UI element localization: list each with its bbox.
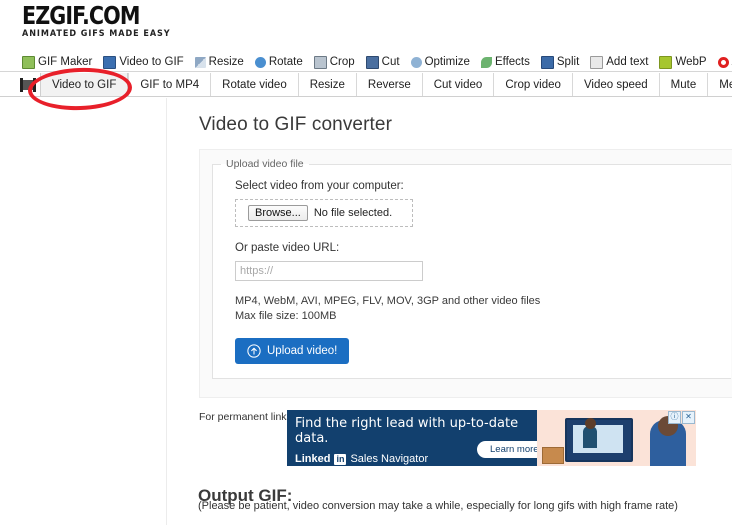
tab-label: Cut video xyxy=(433,78,483,91)
tab-crop-video[interactable]: Crop video xyxy=(493,73,572,96)
file-dropzone[interactable]: Browse... No file selected. xyxy=(235,199,413,227)
output-patience-note: (Please be patient, video conversion may… xyxy=(198,500,678,512)
tab-label: Merge xyxy=(719,78,732,91)
tab-label: Reverse xyxy=(367,78,411,91)
nav-item-add-text[interactable]: Add text xyxy=(590,55,649,69)
nav-item-rotate[interactable]: Rotate xyxy=(254,56,303,68)
optimize-icon xyxy=(410,56,422,68)
formats-line-1: MP4, WebM, AVI, MPEG, FLV, MOV, 3GP and … xyxy=(235,295,541,307)
tab-label: Resize xyxy=(309,78,345,91)
video-tools-tabs: Video to GIF GIF to MP4 Rotate video Res… xyxy=(0,73,732,97)
tab-label: Rotate video xyxy=(222,78,287,91)
nav-label: WebP xyxy=(675,56,707,68)
apng-icon xyxy=(717,56,729,68)
nav-item-crop[interactable]: Crop xyxy=(313,55,355,69)
tab-resize[interactable]: Resize xyxy=(297,73,356,96)
nav-item-effects[interactable]: Effects xyxy=(480,56,530,68)
ad-art-monitor xyxy=(565,418,633,462)
video-icon xyxy=(103,55,117,69)
add-text-icon xyxy=(590,55,604,69)
tab-rotate-video[interactable]: Rotate video xyxy=(210,73,298,96)
nav-label: Optimize xyxy=(424,56,470,68)
max-file-size-line: Max file size: 100MB xyxy=(235,310,337,322)
gif-maker-icon xyxy=(22,55,35,69)
logo-wordmark: EZGIF.COM xyxy=(22,1,140,30)
info-icon[interactable]: ⓘ xyxy=(668,411,681,424)
ad-brand-name: Linked xyxy=(295,453,331,465)
nav-item-apng[interactable]: APNG xyxy=(717,56,732,68)
nav-label: Video to GIF xyxy=(119,56,184,68)
nav-item-gif-maker[interactable]: GIF Maker xyxy=(22,55,93,69)
tab-merge[interactable]: Merge xyxy=(707,73,732,96)
logo-tagline: ANIMATED GIFS MADE EASY xyxy=(22,29,171,39)
tab-label: Crop video xyxy=(505,78,561,91)
nav-item-optimize[interactable]: Optimize xyxy=(410,56,470,68)
cloud-upload-icon xyxy=(247,344,261,358)
video-url-input[interactable] xyxy=(235,261,423,281)
nav-label: Resize xyxy=(208,56,244,68)
browse-button[interactable]: Browse... xyxy=(248,205,308,221)
ad-art-person-small xyxy=(583,426,597,448)
advertisement-banner[interactable]: ⓘ ✕ Find the right lead with up-to-date … xyxy=(287,410,696,466)
ad-art-box xyxy=(542,447,564,464)
ad-text-panel: Find the right lead with up-to-date data… xyxy=(287,410,552,466)
rotate-icon xyxy=(254,56,266,68)
upload-video-button[interactable]: Upload video! xyxy=(235,338,350,364)
ad-product-name: Sales Navigator xyxy=(350,453,429,465)
tab-video-speed[interactable]: Video speed xyxy=(571,73,659,96)
resize-icon xyxy=(194,56,206,68)
crop-icon xyxy=(313,55,327,69)
site-logo[interactable]: EZGIF.COM ANIMATED GIFS MADE EASY xyxy=(22,3,282,40)
effects-icon xyxy=(480,56,492,68)
nav-item-split[interactable]: Split xyxy=(540,55,580,69)
tab-label: GIF to MP4 xyxy=(140,78,200,91)
tab-reverse[interactable]: Reverse xyxy=(355,73,422,96)
select-video-label: Select video from your computer: xyxy=(235,180,404,192)
page-title: Video to GIF converter xyxy=(199,114,392,135)
nav-label: GIF Maker xyxy=(38,56,93,68)
cut-icon xyxy=(365,55,379,69)
url-label: Or paste video URL: xyxy=(235,242,340,254)
tab-gif-to-mp4[interactable]: GIF to MP4 xyxy=(128,73,210,96)
film-strip-icon xyxy=(20,77,36,92)
close-icon[interactable]: ✕ xyxy=(682,411,695,424)
upload-fieldset: Upload video file Select video from your… xyxy=(212,158,731,379)
nav-item-cut[interactable]: Cut xyxy=(365,55,400,69)
nav-label: Rotate xyxy=(268,56,303,68)
tab-video-to-gif[interactable]: Video to GIF xyxy=(40,73,129,96)
main-navigation: GIF Maker Video to GIF Resize Rotate Cro… xyxy=(0,53,732,72)
upload-legend: Upload video file xyxy=(226,158,304,170)
ad-art-head-small xyxy=(585,418,596,429)
tab-label: Video speed xyxy=(583,78,648,91)
split-icon xyxy=(540,55,554,69)
nav-label: Split xyxy=(556,56,580,68)
tab-cut-video[interactable]: Cut video xyxy=(421,73,494,96)
nav-label: Crop xyxy=(329,56,355,68)
nav-label: Add text xyxy=(606,56,649,68)
linkedin-logo-icon: in xyxy=(334,453,347,465)
tab-label: Video to GIF xyxy=(52,78,117,91)
nav-item-video-to-gif[interactable]: Video to GIF xyxy=(103,55,184,69)
tab-label: Mute xyxy=(670,78,697,91)
tab-mute[interactable]: Mute xyxy=(658,73,708,96)
ad-controls: ⓘ ✕ xyxy=(668,411,695,424)
supported-formats-text: MP4, WebM, AVI, MPEG, FLV, MOV, 3GP and … xyxy=(235,294,731,324)
webp-icon xyxy=(659,55,673,69)
nav-item-resize[interactable]: Resize xyxy=(194,56,244,68)
nav-label: Cut xyxy=(381,56,400,68)
upload-card: Upload video file Select video from your… xyxy=(199,149,732,398)
upload-button-label: Upload video! xyxy=(267,345,338,357)
no-file-selected-text: No file selected. xyxy=(313,207,393,219)
nav-label: Effects xyxy=(494,56,530,68)
nav-item-webp[interactable]: WebP xyxy=(659,55,707,69)
